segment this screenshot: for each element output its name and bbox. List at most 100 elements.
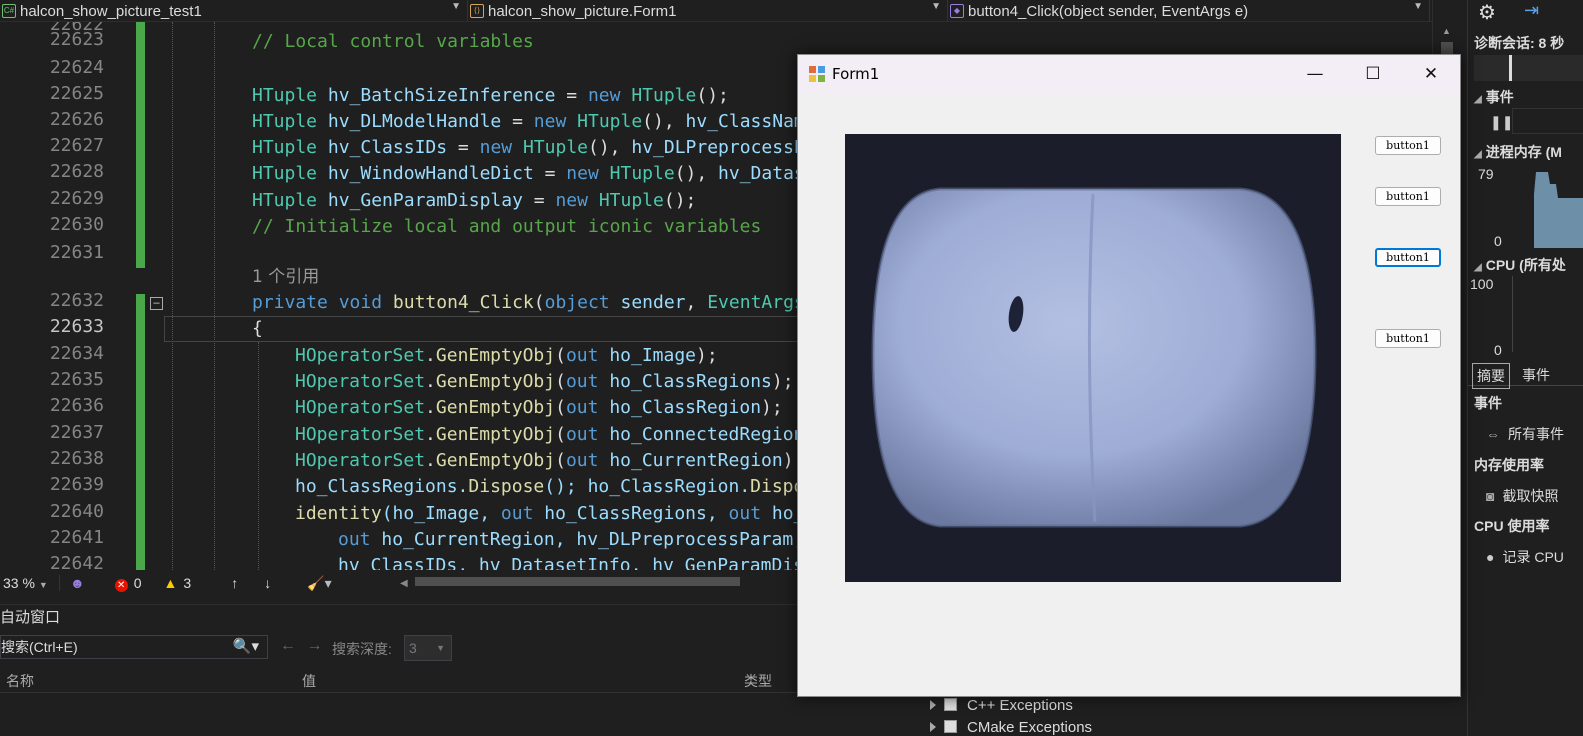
cpu-min-label: 0 [1494,342,1502,358]
next-issue-icon[interactable]: ↓ [264,575,271,591]
take-snapshot-button[interactable]: ◙ 截取快照 [1486,486,1558,506]
autos-column-header: 名称 值 类型 [0,665,910,693]
autos-search-input[interactable]: 搜索(Ctrl+E) 🔍▾ [0,635,268,659]
record-cpu-button[interactable]: ● 记录 CPU [1486,547,1564,567]
error-count[interactable]: ✕ 0 [114,575,142,592]
line-number: 22634 [49,343,104,364]
expand-arrow-icon [930,700,936,710]
column-value[interactable]: 值 [302,671,316,691]
code-line: HTuple hv_DLModelHandle = new HTuple(), … [252,111,805,132]
close-icon[interactable]: ✕ [1402,55,1460,93]
all-events-link[interactable]: ⇔ 所有事件 [1486,424,1564,444]
picture-box [845,134,1341,582]
line-number: 22626 [49,109,104,130]
exception-checkbox [944,720,957,733]
code-cleanup-icon[interactable]: 🧹▾ [307,575,331,592]
code-line: HTuple hv_BatchSizeInference = new HTupl… [252,85,729,106]
tab-summary[interactable]: 摘要 [1472,363,1510,389]
line-number: 22642 [49,553,104,570]
reference-count-hint[interactable]: 1 个引用 [252,264,319,290]
method-icon: ◆ [950,4,964,18]
zoom-dropdown[interactable]: 33 % ▼ [0,575,60,591]
column-type[interactable]: 类型 [744,671,772,691]
session-timeline [1474,55,1583,81]
indent-guide [214,22,215,570]
line-number: 22635 [49,369,104,390]
search-icon[interactable]: 🔍▾ [233,636,259,658]
line-number: 22631 [49,242,104,263]
button1-c[interactable]: button1 [1375,248,1441,267]
diagnostic-tabs: 摘要 事件 [1468,362,1583,389]
memory-graph [1534,172,1583,248]
collapse-toggle-icon[interactable]: − [150,297,163,310]
code-line: { [252,318,263,339]
button1-b[interactable]: button1 [1375,187,1441,206]
maximize-icon[interactable]: ☐ [1344,55,1402,93]
copilot-icon[interactable]: ☻ [70,575,85,591]
capsule-image [845,134,1341,582]
pause-icon[interactable]: ❚❚ [1490,114,1513,131]
code-line: HOperatorSet.GenEmptyObj(out ho_ClassReg… [295,397,783,418]
events-icon: ⇔ [1486,426,1500,442]
events-heading: 事件 [1474,395,1502,411]
exception-item[interactable]: C++ Exceptions [930,697,1073,714]
search-depth-select[interactable]: 3 ▼ [404,635,452,661]
line-number: 22627 [49,135,104,156]
code-line: HOperatorSet.GenEmptyObj(out ho_Connecte… [295,424,805,445]
member-dropdown[interactable]: ◆ button4_Click(object sender, EventArgs… [948,0,1430,22]
events-section[interactable]: ◢ 事件 [1474,87,1514,107]
code-line: // Initialize local and output iconic va… [252,216,762,237]
exception-checkbox [944,698,957,711]
code-line: identity(ho_Image, out ho_ClassRegions, … [295,503,805,524]
line-number: 22640 [49,501,104,522]
horizontal-scroll-thumb[interactable] [415,577,740,586]
form1-title-bar[interactable]: Form1 — ☐ ✕ [798,55,1460,93]
warning-count[interactable]: ▲ 3 [164,575,192,591]
cpu-usage-heading: CPU 使用率 [1474,518,1550,534]
code-line: HTuple hv_WindowHandleDict = new HTuple(… [252,163,805,184]
forward-arrow-icon[interactable]: → [306,637,322,654]
line-number: 22630 [49,214,104,235]
warning-icon: ▲ [163,575,178,591]
exception-settings-panel: C++ Exceptions CMake Exceptions [912,697,1467,736]
class-dropdown[interactable]: ⟨⟩ halcon_show_picture.Form1 ▼ [468,0,948,22]
scroll-left-icon[interactable]: ◀ [400,578,408,589]
export-icon[interactable]: ⇥ [1524,0,1539,21]
button1-d[interactable]: button1 [1375,329,1441,348]
camera-icon: ◙ [1486,488,1495,504]
cpu-section[interactable]: ◢ CPU (所有处 [1474,255,1566,275]
line-number: 22638 [49,448,104,469]
code-line: HOperatorSet.GenEmptyObj(out ho_CurrentR… [295,450,805,471]
process-memory-section[interactable]: ◢ 进程内存 (M [1474,142,1562,162]
chevron-down-icon: ▼ [1413,1,1423,12]
line-number: 22625 [49,83,104,104]
events-timeline [1512,108,1583,134]
previous-issue-icon[interactable]: ↑ [231,575,238,591]
exception-item[interactable]: CMake Exceptions [930,719,1092,736]
button1-a[interactable]: button1 [1375,136,1441,155]
memory-usage-heading: 内存使用率 [1474,457,1544,473]
autos-title: 自动窗口 [0,609,61,626]
tab-events[interactable]: 事件 [1522,365,1550,385]
back-arrow-icon[interactable]: ← [280,637,296,654]
error-icon: ✕ [114,578,128,592]
line-number: 22628 [49,161,104,182]
editor-navigation-bar: C# halcon_show_picture_test1 ▼ ⟨⟩ halcon… [0,0,1460,22]
form1-window: Form1 — ☐ ✕ button1 button1 button1 butt… [797,54,1461,697]
column-name[interactable]: 名称 [6,671,34,691]
scroll-up-arrow-icon[interactable]: ▲ [1442,26,1451,36]
line-number: 22641 [49,527,104,548]
search-depth-label: 搜索深度: [332,641,392,657]
line-number: 22637 [49,422,104,443]
chevron-down-icon: ▼ [451,1,461,12]
form1-title: Form1 [832,65,880,83]
diagnostic-session-label: 诊断会话: 8 秒 [1474,35,1565,51]
expand-arrow-icon [930,722,936,732]
minimize-icon[interactable]: — [1286,55,1344,93]
project-dropdown[interactable]: C# halcon_show_picture_test1 ▼ [0,0,468,22]
settings-gear-icon[interactable]: ⚙ [1478,0,1496,25]
autos-window: 自动窗口 搜索(Ctrl+E) 🔍▾ ← → 搜索深度: 3 ▼ 名称 值 类型 [0,604,910,736]
line-number: 22639 [49,474,104,495]
code-line: // Local control variables [252,31,534,52]
cpu-max-label: 100 [1470,276,1494,292]
